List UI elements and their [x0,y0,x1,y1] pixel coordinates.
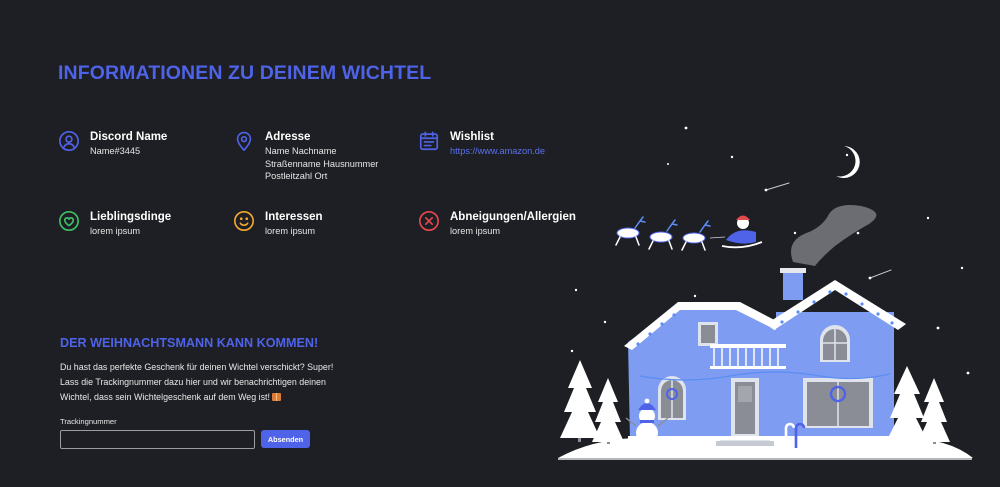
smiley-icon [233,210,255,232]
info-value: lorem ipsum [265,226,316,236]
x-circle-icon [418,210,440,232]
info-interessen: Interessen lorem ipsum [233,211,323,238]
tracking-intro: Du hast das perfekte Geschenk für deinen… [60,360,350,405]
info-lieblingsdinge: Lieblingsdinge lorem ipsum [58,211,171,238]
info-wishlist: Wishlist https://www.amazon.de [418,131,545,158]
map-pin-icon [233,130,255,152]
info-value: lorem ipsum [90,226,141,236]
info-value: Name Nachname [265,146,337,156]
gift-icon [272,393,282,401]
info-label: Adresse [265,131,311,143]
tracking-number-input[interactable] [60,430,255,449]
info-value: Postleitzahl Ort [265,171,328,181]
info-adresse: Adresse Name Nachname Straßenname Hausnu… [233,131,378,183]
snowy-tree-right [886,366,950,444]
christmas-house-illustration [540,120,1000,487]
info-discord-name: Discord Name Name#3445 [58,131,167,158]
wishlist-link[interactable]: https://www.amazon.de [450,146,545,156]
tracking-field-label: Trackingnummer [60,417,117,426]
moon [836,146,860,178]
heart-circle-icon [58,210,80,232]
info-value: Name#3445 [90,146,141,156]
tracking-intro-text: Du hast das perfekte Geschenk für deinen… [60,362,334,402]
info-label: Lieblingsdinge [90,211,172,223]
calendar-list-icon [418,130,440,152]
info-label: Wishlist [450,131,494,143]
user-circle-icon [58,130,80,152]
info-label: Discord Name [90,131,168,143]
tracking-section-title: DER WEIHNACHTSMANN KANN KOMMEN! [60,336,319,350]
submit-button[interactable]: Absenden [261,430,310,448]
chimney-smoke [791,205,877,266]
info-label: Interessen [265,211,323,223]
info-value: Straßenname Hausnummer [265,158,379,169]
page-title: INFORMATIONEN ZU DEINEM WICHTEL [58,62,432,84]
reindeer-sleigh [615,215,763,251]
snowy-tree-left [560,360,624,444]
